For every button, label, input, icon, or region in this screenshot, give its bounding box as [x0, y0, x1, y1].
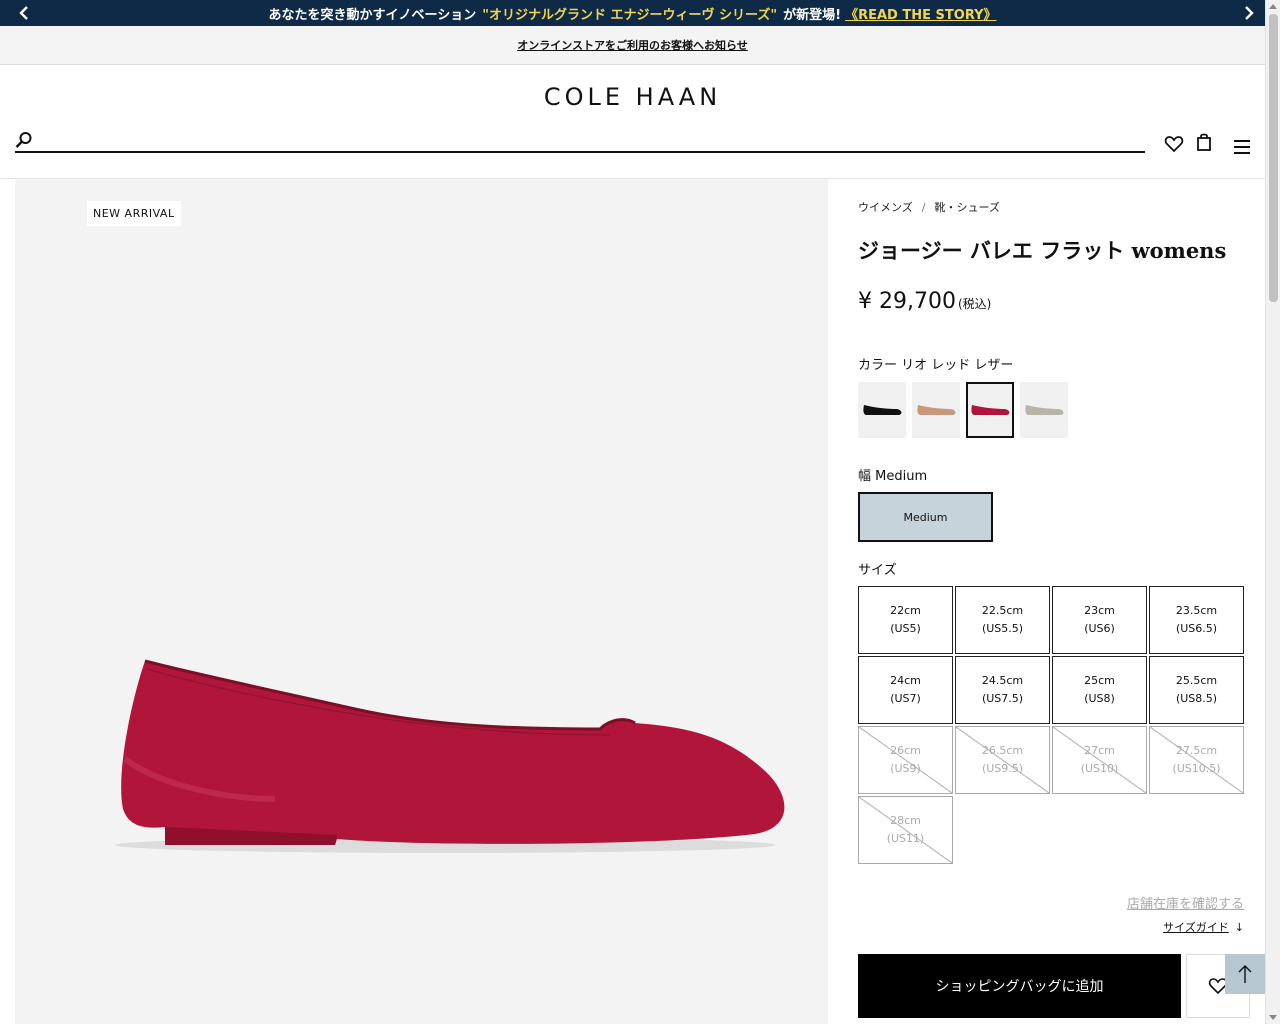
size-cm: 22.5cm — [981, 604, 1024, 617]
size-us: (US6.5) — [1175, 622, 1218, 635]
promo-text-after: が新登場! — [783, 7, 842, 23]
size-grid: 22cm (US5) 22.5cm (US5.5) 23cm (US6) 23.5cm (US… — [858, 586, 1246, 864]
size-option[interactable]: 23.5cm (US6.5) — [1149, 586, 1244, 654]
color-swatches — [858, 382, 1068, 438]
breadcrumb-shoes[interactable]: 靴・シューズ — [935, 201, 1000, 214]
size-us: (US9.5) — [981, 762, 1024, 775]
heart-icon — [1164, 136, 1184, 153]
product-title: ジョージー バレエ フラット womens — [858, 238, 1227, 263]
add-to-bag-button[interactable]: ショッピングバッグに追加 — [858, 954, 1181, 1018]
notice-link[interactable]: オンラインストアをご利用のお客様へお知らせ — [517, 37, 748, 53]
width-option-medium[interactable]: Medium — [858, 492, 993, 542]
shoe-thumbnail-silver — [1025, 405, 1064, 415]
search-input[interactable] — [41, 129, 1145, 151]
swatch-tan[interactable] — [912, 382, 960, 438]
back-to-top-button[interactable] — [1225, 954, 1265, 994]
size-option[interactable]: 26.5cm (US9.5) — [955, 726, 1050, 794]
size-option[interactable]: 25.5cm (US8.5) — [1149, 656, 1244, 724]
size-us: (US11) — [886, 832, 925, 845]
size-option[interactable]: 22.5cm (US5.5) — [955, 586, 1050, 654]
size-us: (US5.5) — [981, 622, 1024, 635]
swatch-silver[interactable] — [1020, 382, 1068, 438]
product-price: ¥ 29,700 (税込) — [858, 289, 991, 314]
page-scrollbar[interactable] — [1265, 0, 1280, 1024]
size-cm: 26.5cm — [981, 744, 1024, 757]
size-cm: 26cm — [890, 744, 921, 757]
shoe-thumbnail-tan — [917, 405, 956, 415]
size-us: (US10.5) — [1172, 762, 1221, 775]
breadcrumb-separator: / — [921, 201, 926, 214]
size-option[interactable]: 24cm (US7) — [858, 656, 953, 724]
size-us: (US6) — [1084, 622, 1115, 635]
size-option[interactable]: 23cm (US6) — [1052, 586, 1147, 654]
shopping-bag-button[interactable] — [1193, 131, 1215, 153]
promo-prev-button[interactable] — [14, 3, 34, 23]
size-option[interactable]: 28cm (US11) — [858, 796, 953, 864]
shoe-thumbnail-red — [971, 405, 1010, 415]
size-cm: 23.5cm — [1175, 604, 1218, 617]
size-option[interactable]: 25cm (US8) — [1052, 656, 1147, 724]
arrow-up-icon — [1238, 965, 1252, 983]
product-image-area: NEW ARRIVAL — [15, 179, 828, 1024]
size-guide-link[interactable]: サイズガイド ↓ — [1163, 919, 1244, 935]
brand-logo[interactable]: COLE HAAN — [0, 83, 1265, 111]
site-header: COLE HAAN — [0, 65, 1265, 179]
scrollbar-thumb[interactable] — [1269, 14, 1278, 302]
promo-text: あなたを突き動かすイノベーション — [268, 7, 477, 23]
size-option[interactable]: 27cm (US10) — [1052, 726, 1147, 794]
size-cm: 22cm — [890, 604, 921, 617]
size-cm: 23cm — [1084, 604, 1115, 617]
search-bar — [15, 129, 1145, 153]
size-us: (US5) — [890, 622, 921, 635]
chevron-left-icon — [19, 6, 28, 20]
size-label: サイズ — [858, 563, 897, 578]
size-cm: 27cm — [1084, 744, 1115, 757]
chevron-right-icon — [1245, 6, 1254, 20]
size-cm: 27.5cm — [1175, 744, 1218, 757]
size-us: (US7.5) — [981, 692, 1024, 705]
notice-bar: オンラインストアをご利用のお客様へお知らせ — [0, 26, 1265, 65]
size-us: (US8) — [1084, 692, 1115, 705]
swatch-rio-red[interactable] — [966, 382, 1014, 438]
breadcrumb: ウイメンズ / 靴・シューズ — [858, 199, 1000, 215]
arrow-down-icon: ↓ — [1234, 921, 1244, 934]
size-option[interactable]: 27.5cm (US10.5) — [1149, 726, 1244, 794]
scroll-down-arrow[interactable] — [1269, 1015, 1277, 1020]
size-cm: 25.5cm — [1175, 674, 1218, 687]
bag-icon — [1197, 133, 1211, 151]
menu-button[interactable] — [1231, 136, 1253, 158]
search-icon[interactable] — [15, 131, 33, 149]
size-us: (US8.5) — [1175, 692, 1218, 705]
width-label: 幅 Medium — [858, 469, 928, 484]
breadcrumb-womens[interactable]: ウイメンズ — [858, 201, 913, 214]
promo-banner: あなたを突き動かすイノベーション "オリジナルグランド エナジーウィーヴ シリー… — [0, 0, 1265, 26]
price-tax-note: (税込) — [957, 297, 992, 311]
promo-highlight: "オリジナルグランド エナジーウィーヴ シリーズ" — [482, 7, 778, 23]
swatch-black[interactable] — [858, 382, 906, 438]
size-cm: 28cm — [890, 814, 921, 827]
wishlist-button[interactable] — [1163, 133, 1185, 155]
size-us: (US9) — [890, 762, 921, 775]
size-us: (US7) — [890, 692, 921, 705]
size-cm: 25cm — [1084, 674, 1115, 687]
size-guide-label: サイズガイド — [1163, 921, 1229, 934]
shoe-thumbnail-black — [863, 405, 902, 415]
product-image-red-ballet-flat[interactable] — [105, 649, 785, 869]
new-arrival-badge: NEW ARRIVAL — [87, 201, 181, 226]
size-cm: 24.5cm — [981, 674, 1024, 687]
read-the-story-link[interactable]: 《READ THE STORY》 — [845, 4, 996, 23]
size-us: (US10) — [1080, 762, 1119, 775]
scroll-up-arrow[interactable] — [1269, 4, 1277, 9]
promo-next-button[interactable] — [1239, 3, 1259, 23]
check-store-stock-link[interactable]: 店舗在庫を確認する — [1127, 893, 1244, 912]
hamburger-menu-icon — [1234, 140, 1250, 154]
size-option[interactable]: 26cm (US9) — [858, 726, 953, 794]
size-cm: 24cm — [890, 674, 921, 687]
color-label: カラー リオ レッド レザー — [858, 358, 1014, 373]
size-option[interactable]: 22cm (US5) — [858, 586, 953, 654]
size-option[interactable]: 24.5cm (US7.5) — [955, 656, 1050, 724]
price-value: ¥ 29,700 — [858, 289, 956, 314]
